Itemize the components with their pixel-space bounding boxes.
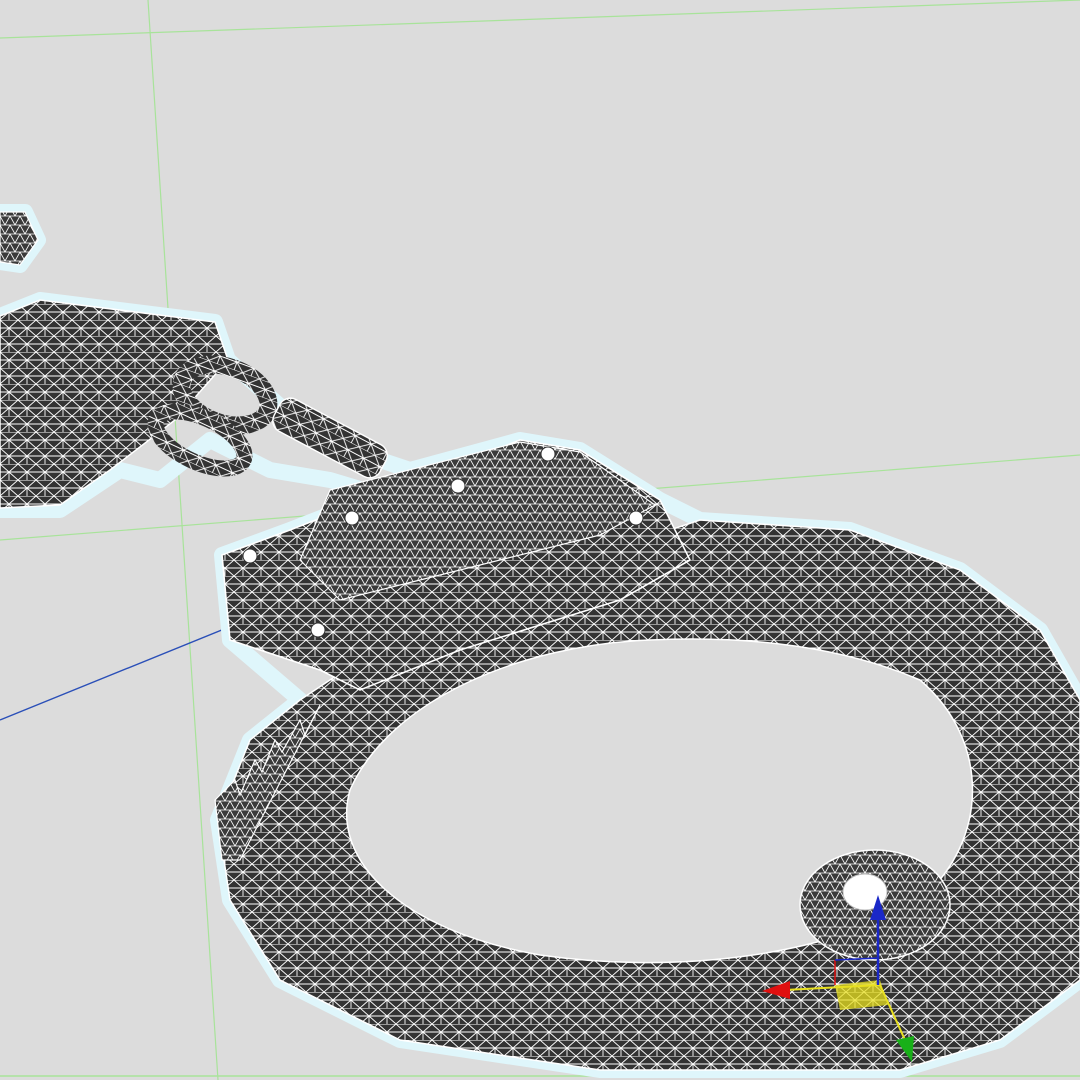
rivet-hole xyxy=(310,622,326,638)
gizmo-xy-plane[interactable] xyxy=(835,980,888,1010)
handcuffs-model[interactable] xyxy=(0,204,1080,1078)
rivet-hole xyxy=(628,510,644,526)
grid-line xyxy=(147,0,219,1080)
grid-line xyxy=(0,0,1080,39)
rivet-hole xyxy=(450,478,466,494)
rivet-hole xyxy=(242,548,258,564)
rivet-hole xyxy=(344,510,360,526)
rivet-hole xyxy=(540,446,556,462)
3d-viewport[interactable] xyxy=(0,0,1080,1080)
